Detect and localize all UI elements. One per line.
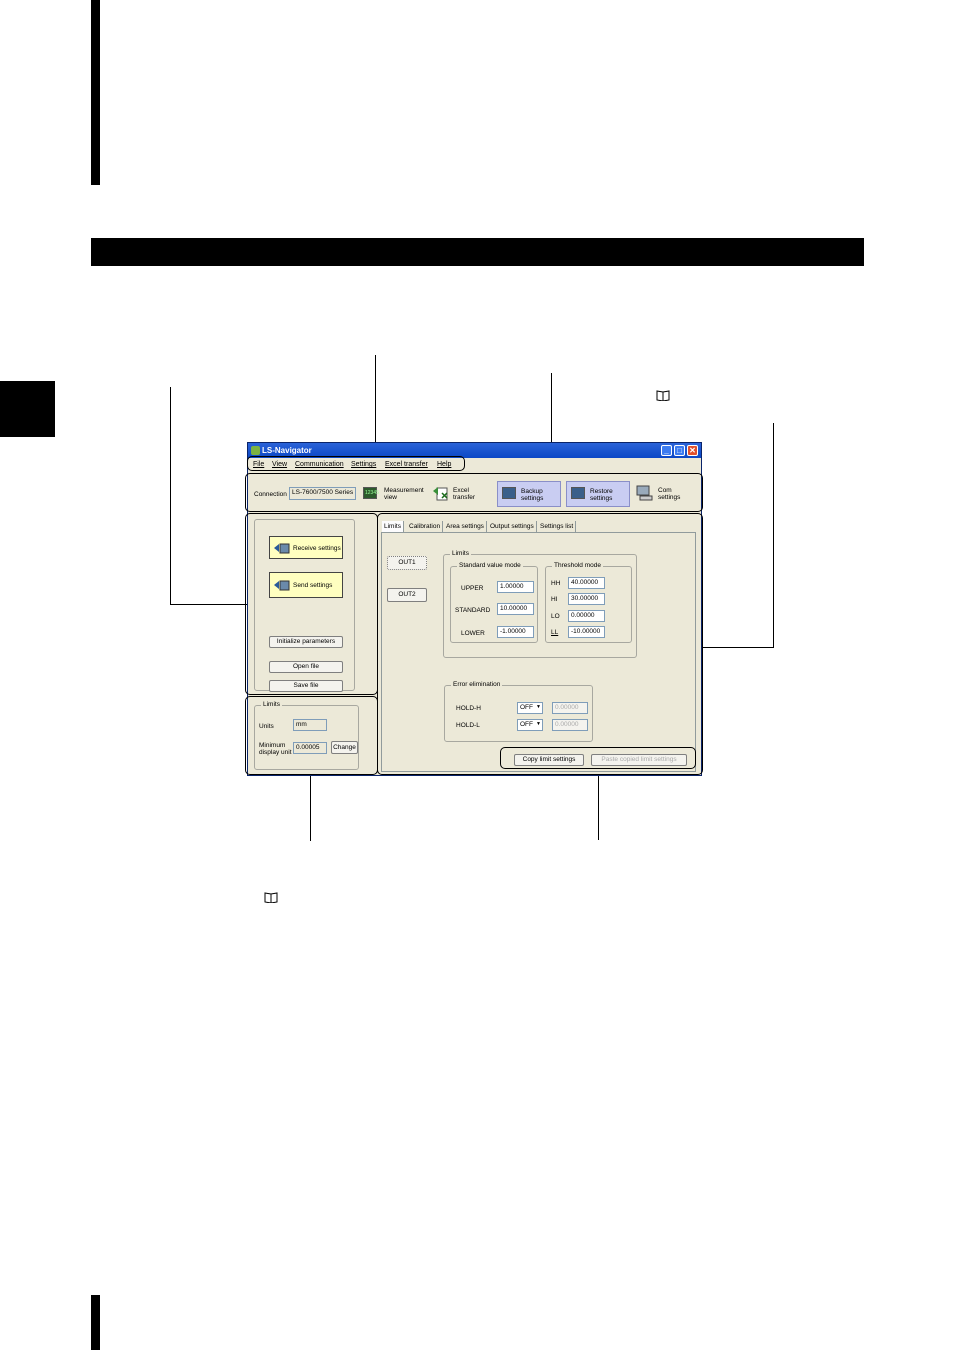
close-icon[interactable]: ✕: [687, 445, 698, 456]
maximize-icon[interactable]: □: [674, 445, 685, 456]
book-icon: [656, 390, 670, 401]
section-heading-bar: [91, 238, 864, 266]
menubar-callout-outline: [247, 456, 465, 471]
tab-area-callout-outline: [377, 513, 703, 775]
callout-line-right-panel: [773, 423, 774, 648]
window-title: LS-Navigator: [262, 446, 312, 455]
left-margin-bar-bottom: [91, 1295, 100, 1350]
minimize-icon[interactable]: _: [661, 445, 672, 456]
app-icon: [251, 446, 260, 455]
toolbar-callout-outline: [245, 473, 703, 512]
left-panel-callout-outline: [245, 513, 378, 695]
callout-line-left-panel: [170, 387, 171, 605]
callout-line-copy-buttons: [598, 768, 599, 840]
callout-line-left-panel-h: [170, 604, 247, 605]
book-icon: [264, 892, 278, 903]
copy-buttons-callout-outline: [500, 747, 696, 769]
left-margin-bar-top: [91, 0, 100, 185]
callout-line-menubar: [375, 355, 376, 455]
callout-line-limits-panel: [310, 775, 311, 841]
limits-panel-callout-outline: [245, 696, 378, 775]
callout-line-right-panel-h: [702, 647, 774, 648]
chapter-tab-marker: [0, 381, 55, 437]
